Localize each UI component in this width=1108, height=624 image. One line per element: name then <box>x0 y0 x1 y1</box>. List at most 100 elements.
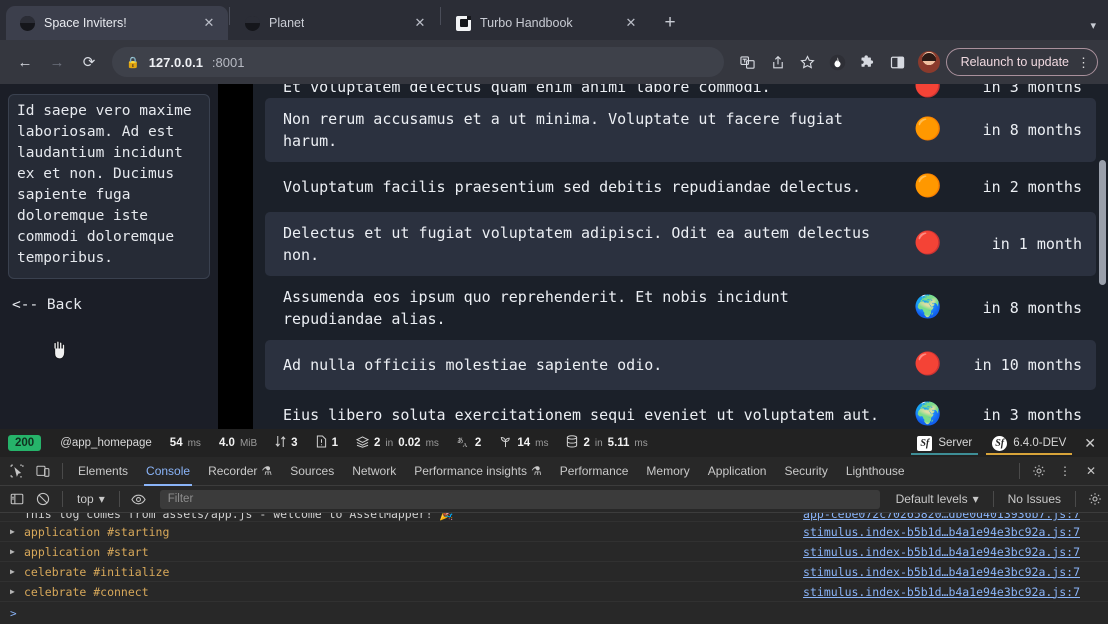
live-expression-eye-icon[interactable] <box>126 486 152 512</box>
share-icon[interactable] <box>764 48 792 76</box>
address-bar[interactable]: 🔒 127.0.0.1:8001 <box>112 47 724 77</box>
translation-item[interactable]: あ A 2 <box>448 436 490 451</box>
tab-close-icon[interactable]: ✕ <box>411 14 429 32</box>
console-log-message: celebrate #initialize <box>24 565 803 579</box>
console-context-label: top <box>77 492 94 506</box>
gear-icon[interactable] <box>1026 458 1052 484</box>
debug-toolbar-close-icon[interactable]: ✕ <box>1076 435 1108 452</box>
console-toolbar-divider <box>62 491 63 507</box>
back-button[interactable]: ← <box>10 47 40 77</box>
new-tab-button[interactable]: + <box>656 8 684 36</box>
browser-menu-kebab-icon[interactable]: ⋮ <box>1077 56 1090 69</box>
console-log-source-link[interactable]: stimulus.index-b5b1d…b4a1e94e3bc92a.js:7 <box>803 585 1108 599</box>
devtools-tab-elements[interactable]: Elements <box>69 457 137 486</box>
console-log-source-link[interactable]: stimulus.index-b5b1d…b4a1e94e3bc92a.js:7 <box>803 565 1108 579</box>
extensions-puzzle-icon[interactable] <box>854 48 882 76</box>
symfony-version-item[interactable]: Sf 6.4.0-DEV <box>982 429 1076 457</box>
tab-label: Performance insights <box>414 464 527 478</box>
planet-row[interactable]: Ad nulla officiis molestiae sapiente odi… <box>265 340 1096 390</box>
devtools-tab-lighthouse[interactable]: Lighthouse <box>837 457 914 486</box>
page-scrollbar[interactable] <box>1097 84 1108 429</box>
planet-row[interactable]: Et voluptatem delectus quam enim animi l… <box>265 84 1096 98</box>
devtools-tab-security[interactable]: Security <box>775 457 836 486</box>
database-item[interactable]: 2 in 5.11 ms <box>557 435 656 451</box>
planet-relative-time: in 8 months <box>950 297 1082 319</box>
viewport-gutter <box>218 84 253 429</box>
console-log-list: This log comes from assets/app.js - welc… <box>0 513 1108 624</box>
status-badge[interactable]: 200 <box>8 435 41 451</box>
planet-row[interactable]: Non rerum accusamus et a ut minima. Volu… <box>265 98 1096 162</box>
devtools-tab-network[interactable]: Network <box>343 457 405 486</box>
console-log-row[interactable]: ▶celebrate #connectstimulus.index-b5b1d…… <box>0 582 1108 602</box>
tab-label: Console <box>146 464 190 478</box>
devtools-actions-divider <box>1019 463 1020 479</box>
devtools-tab-application[interactable]: Application <box>699 457 776 486</box>
console-issues-status[interactable]: No Issues <box>1000 492 1069 506</box>
console-log-row[interactable]: ▶application #startstimulus.index-b5b1d…… <box>0 542 1108 562</box>
route-label: @app_homepage <box>60 437 152 449</box>
console-log-row[interactable]: ▶application #startingstimulus.index-b5b… <box>0 522 1108 542</box>
devtools-tab-recorder[interactable]: Recorder⚗ <box>199 457 281 486</box>
device-toggle-icon[interactable] <box>30 458 56 484</box>
devtools-tab-sources[interactable]: Sources <box>281 457 343 486</box>
memory-item[interactable]: 4.0 MiB <box>210 437 266 449</box>
translate-icon[interactable] <box>734 48 762 76</box>
forms-item[interactable]: 1 <box>307 435 347 451</box>
profile-avatar[interactable] <box>918 51 940 73</box>
browser-tab-planet[interactable]: Planet ✕ <box>231 6 439 40</box>
expand-triangle-icon[interactable]: ▶ <box>10 527 24 536</box>
translation-value: 2 <box>475 437 481 449</box>
planet-row[interactable]: Delectus et ut fugiat voluptatem adipisc… <box>265 212 1096 276</box>
time-item[interactable]: 54 ms <box>161 437 210 449</box>
flame-extension-icon[interactable] <box>824 48 852 76</box>
page-scrollbar-thumb[interactable] <box>1099 160 1106 285</box>
twig-item[interactable]: 14 ms <box>490 436 557 451</box>
relaunch-to-update-button[interactable]: Relaunch to update ⋮ <box>946 48 1098 76</box>
close-icon[interactable]: ✕ <box>1078 458 1104 484</box>
devtools-tab-console[interactable]: Console <box>137 457 199 486</box>
planet-emoji-icon: 🌍 <box>906 297 950 319</box>
cache-time: 0.02 <box>398 437 420 449</box>
devtools-tab-performance[interactable]: Performance <box>551 457 638 486</box>
http-requests-item[interactable]: 3 <box>266 435 306 451</box>
console-log-source-link[interactable]: stimulus.index-b5b1d…b4a1e94e3bc92a.js:7 <box>803 545 1108 559</box>
devtools-tab-memory[interactable]: Memory <box>637 457 698 486</box>
tab-close-icon[interactable]: ✕ <box>622 14 640 32</box>
route-item[interactable]: @app_homepage <box>51 437 161 449</box>
expand-triangle-icon[interactable]: ▶ <box>10 587 24 596</box>
reload-button[interactable]: ⟳ <box>74 47 104 77</box>
console-log-row[interactable]: ▶celebrate #initializestimulus.index-b5b… <box>0 562 1108 582</box>
console-filter-input[interactable]: Filter <box>160 490 880 509</box>
tab-close-icon[interactable]: ✕ <box>200 14 218 32</box>
time-value: 54 <box>170 437 183 449</box>
server-item[interactable]: Sf Server <box>907 429 982 457</box>
console-log-row[interactable]: This log comes from assets/app.js - welc… <box>0 513 1108 522</box>
symfony-logo-round-icon: Sf <box>992 436 1007 451</box>
twig-value: 14 <box>517 437 530 449</box>
expand-triangle-icon[interactable]: ▶ <box>10 547 24 556</box>
browser-tab-turbo-handbook[interactable]: Turbo Handbook ✕ <box>442 6 650 40</box>
planet-row[interactable]: Assumenda eos ipsum quo reprehenderit. E… <box>265 276 1096 340</box>
forward-button[interactable]: → <box>42 47 72 77</box>
inspect-element-icon[interactable] <box>4 458 30 484</box>
console-log-source-link[interactable]: stimulus.index-b5b1d…b4a1e94e3bc92a.js:7 <box>803 525 1108 539</box>
console-toolbar: top ▾ Filter Default levels ▾ No Issues <box>0 486 1108 513</box>
console-log-source-link[interactable]: app-cebe072c70265820…dbe0d4013936b7.js:7 <box>803 513 1108 521</box>
console-context-selector[interactable]: top ▾ <box>69 492 113 506</box>
browser-tab-space-inviters[interactable]: Space Inviters! ✕ <box>6 6 228 40</box>
gear-icon[interactable] <box>1082 486 1108 512</box>
planet-row[interactable]: Voluptatum facilis praesentium sed debit… <box>265 162 1096 212</box>
kebab-menu-icon[interactable]: ⋮ <box>1052 458 1078 484</box>
expand-triangle-icon[interactable]: ▶ <box>10 567 24 576</box>
console-levels-selector[interactable]: Default levels ▾ <box>888 492 987 506</box>
console-prompt-row[interactable]: > <box>0 602 1108 624</box>
side-panel-icon[interactable] <box>884 48 912 76</box>
tab-search-chevron-down-icon[interactable]: ▾ <box>1090 19 1096 32</box>
console-sidebar-icon[interactable] <box>4 486 30 512</box>
clear-console-icon[interactable] <box>30 486 56 512</box>
cache-item[interactable]: 2 in 0.02 ms <box>347 436 448 451</box>
back-link[interactable]: <-- Back <box>8 297 82 313</box>
bookmark-star-icon[interactable] <box>794 48 822 76</box>
devtools-tab-performance-insights[interactable]: Performance insights⚗ <box>405 457 550 486</box>
planet-row[interactable]: Eius libero soluta exercitationem sequi … <box>265 390 1096 429</box>
